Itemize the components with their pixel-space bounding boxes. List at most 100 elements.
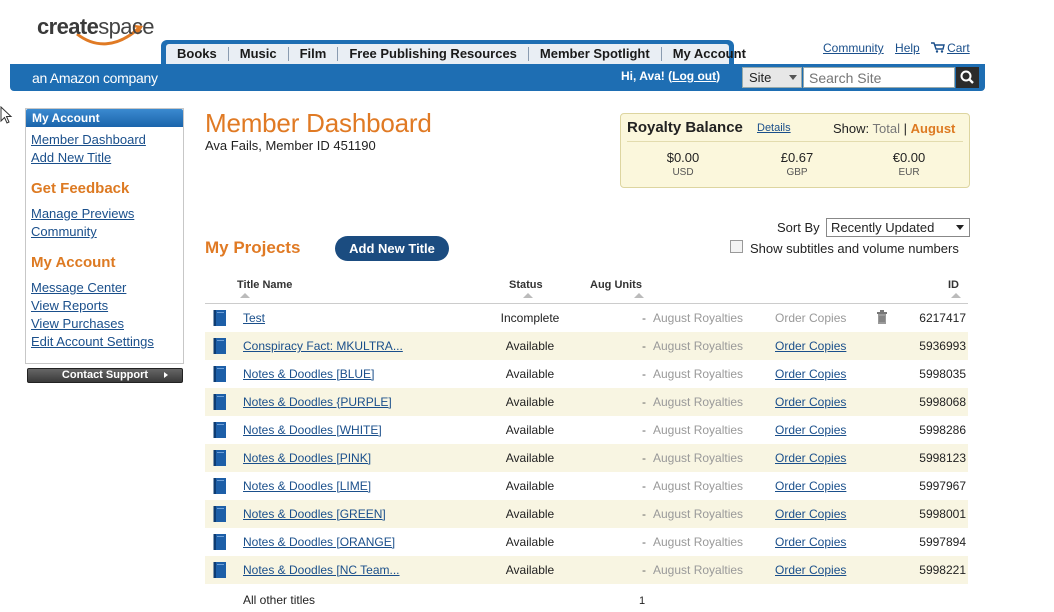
table-row: Notes & Doodles [PINK] Available - August R…: [205, 444, 968, 472]
project-id: 5936993: [919, 339, 966, 353]
show-subtitles-checkbox[interactable]: [730, 240, 743, 253]
logo-text: createspace: [37, 14, 155, 39]
main-nav-tabs: Books Music Film Free Publishing Resources M…: [161, 40, 746, 64]
sidebar-item-community[interactable]: Community: [31, 224, 97, 239]
sort-arrow-icon[interactable]: [523, 293, 533, 298]
order-copies-link[interactable]: Order Copies: [775, 339, 846, 353]
order-copies-link[interactable]: Order Copies: [775, 479, 846, 493]
sort-by-select[interactable]: Recently Updated: [826, 218, 970, 237]
show-subtitles-label[interactable]: Show subtitles and volume numbers: [750, 241, 959, 256]
chevron-down-icon: [789, 75, 797, 80]
book-icon: [213, 562, 226, 578]
order-copies-link[interactable]: Order Copies: [775, 563, 846, 577]
august-royalties-link: August Royalties: [653, 423, 744, 437]
project-title-link[interactable]: Notes & Doodles [PINK]: [243, 451, 371, 465]
search-icon: [960, 70, 974, 84]
tab-film[interactable]: Film: [287, 47, 338, 61]
community-link[interactable]: Community: [823, 41, 884, 55]
projects-table-header: Title Name Status Aug Units ID: [205, 278, 968, 304]
member-info: Ava Fails, Member ID 451190: [205, 138, 376, 153]
sidebar-section-my-account: My Account: [31, 254, 116, 271]
sidebar-item-view-reports[interactable]: View Reports: [31, 298, 108, 313]
add-new-title-button[interactable]: Add New Title: [335, 236, 449, 261]
project-title-link[interactable]: Notes & Doodles [NC Team...: [243, 563, 400, 577]
project-id: 5998286: [919, 423, 966, 437]
table-row: Notes & Doodles [BLUE] Available - August R…: [205, 360, 968, 388]
book-icon: [213, 534, 226, 550]
contact-support-button[interactable]: Contact Support: [27, 368, 183, 383]
royalty-total-toggle[interactable]: Total: [873, 121, 900, 136]
tab-free-publishing-resources[interactable]: Free Publishing Resources: [337, 47, 528, 61]
book-icon: [213, 310, 226, 326]
tab-music[interactable]: Music: [227, 47, 288, 61]
sort-arrow-icon[interactable]: [240, 293, 250, 298]
column-aug-units[interactable]: Aug Units: [590, 279, 642, 291]
cart-icon[interactable]: [931, 42, 945, 53]
project-title-link[interactable]: Notes & Doodles [WHITE]: [243, 423, 382, 437]
royalty-gbp: £0.67 GBP: [780, 150, 814, 178]
project-title-link[interactable]: Test: [243, 311, 265, 325]
book-icon: [213, 506, 226, 522]
project-id: 5998068: [919, 395, 966, 409]
createspace-logo[interactable]: createspace: [37, 8, 155, 62]
sidebar-item-edit-account-settings[interactable]: Edit Account Settings: [31, 334, 154, 349]
project-title-link[interactable]: Notes & Doodles [LIME]: [243, 479, 371, 493]
aug-units-value: -: [642, 451, 646, 465]
project-status: Available: [505, 535, 555, 549]
royalty-period-switch: Show: Total | August: [833, 121, 956, 136]
column-id[interactable]: ID: [948, 279, 959, 291]
royalty-details-link[interactable]: Details: [757, 122, 791, 134]
order-copies-link[interactable]: Order Copies: [775, 535, 846, 549]
project-status: Incomplete: [500, 311, 560, 325]
cart-link[interactable]: Cart: [947, 41, 970, 55]
project-title-link[interactable]: Notes & Doodles [GREEN]: [243, 507, 386, 521]
sort-arrow-icon[interactable]: [634, 293, 644, 298]
august-royalties-link: August Royalties: [653, 395, 744, 409]
sidebar-item-add-new-title[interactable]: Add New Title: [31, 150, 111, 165]
aug-units-value: -: [642, 535, 646, 549]
account-sidebar: My Account Member Dashboard Add New Titl…: [25, 108, 184, 364]
search-input[interactable]: [803, 67, 955, 88]
project-status: Available: [505, 451, 555, 465]
project-title-link[interactable]: Notes & Doodles [ORANGE]: [243, 535, 395, 549]
sort-arrow-icon[interactable]: [951, 293, 961, 298]
project-title-link[interactable]: Conspiracy Fact: MKULTRA...: [243, 339, 403, 353]
greeting: Hi, Ava! (Log out): [621, 69, 721, 83]
project-title-link[interactable]: Notes & Doodles [BLUE]: [243, 367, 374, 381]
trash-icon[interactable]: [877, 310, 887, 324]
mouse-cursor-icon: [0, 106, 13, 124]
sidebar-item-member-dashboard[interactable]: Member Dashboard: [31, 132, 146, 147]
tab-books[interactable]: Books: [166, 47, 228, 61]
book-icon: [213, 422, 226, 438]
tab-member-spotlight[interactable]: Member Spotlight: [527, 47, 661, 61]
royalty-august-toggle[interactable]: August: [911, 121, 956, 136]
august-royalties-link: August Royalties: [653, 367, 744, 381]
august-royalties-link: August Royalties: [653, 451, 744, 465]
search-scope-select[interactable]: Site: [742, 67, 802, 88]
sidebar-item-view-purchases[interactable]: View Purchases: [31, 316, 124, 331]
sidebar-item-message-center[interactable]: Message Center: [31, 280, 126, 295]
project-id: 5998035: [919, 367, 966, 381]
royalty-balance-title: Royalty Balance: [627, 119, 743, 136]
project-title-link[interactable]: Notes & Doodles {PURPLE]: [243, 395, 392, 409]
amazon-tagline: an Amazon company: [32, 70, 158, 86]
chevron-down-icon: [956, 225, 964, 230]
order-copies-link[interactable]: Order Copies: [775, 367, 846, 381]
order-copies-link[interactable]: Order Copies: [775, 451, 846, 465]
sidebar-item-manage-previews[interactable]: Manage Previews: [31, 206, 134, 221]
column-status[interactable]: Status: [509, 279, 543, 291]
order-copies-link[interactable]: Order Copies: [775, 423, 846, 437]
order-copies-link[interactable]: Order Copies: [775, 507, 846, 521]
column-title-name[interactable]: Title Name: [237, 279, 292, 291]
august-royalties-link: August Royalties: [653, 479, 744, 493]
order-copies-link[interactable]: Order Copies: [775, 395, 846, 409]
tab-my-account[interactable]: My Account: [660, 47, 757, 61]
august-royalties-link: August Royalties: [653, 311, 744, 325]
august-royalties-link: August Royalties: [653, 535, 744, 549]
search-button[interactable]: [956, 67, 979, 88]
help-link[interactable]: Help: [895, 41, 920, 55]
project-id: 5997894: [919, 535, 966, 549]
logout-link[interactable]: Log out: [672, 69, 716, 83]
aug-units-value: -: [642, 311, 646, 325]
my-projects-heading: My Projects: [205, 238, 301, 257]
